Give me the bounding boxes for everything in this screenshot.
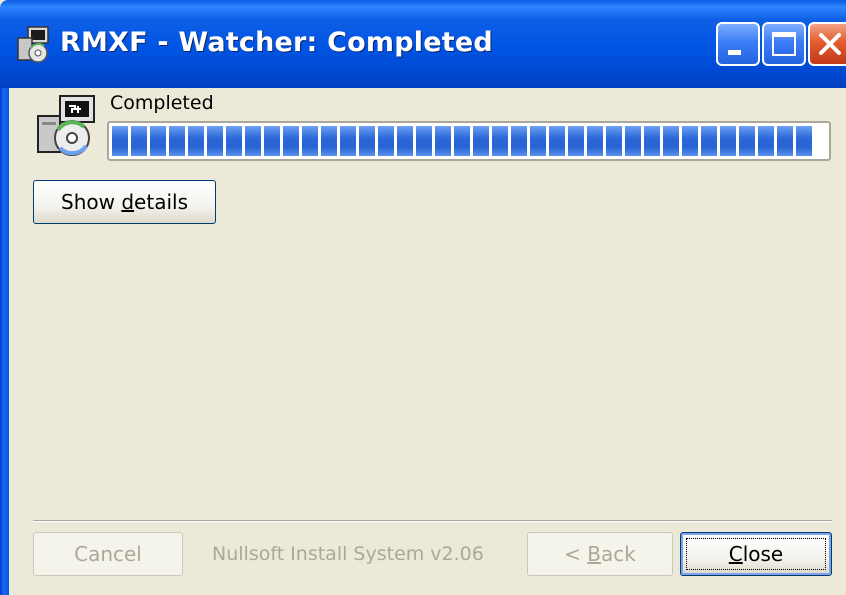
cancel-button[interactable]: Cancel bbox=[33, 532, 183, 576]
back-button[interactable]: < Back bbox=[527, 532, 673, 576]
progress-segment bbox=[701, 126, 717, 156]
progress-fill bbox=[112, 126, 826, 156]
progress-segment bbox=[549, 126, 565, 156]
progress-segment bbox=[397, 126, 413, 156]
progress-segment bbox=[340, 126, 356, 156]
minimize-button[interactable] bbox=[716, 22, 760, 66]
maximize-button[interactable] bbox=[762, 22, 806, 66]
title-bar[interactable]: RMXF - Watcher: Completed bbox=[0, 0, 846, 88]
progress-segment bbox=[682, 126, 698, 156]
progress-segment bbox=[283, 126, 299, 156]
footer-separator bbox=[33, 520, 832, 522]
progress-segment bbox=[131, 126, 147, 156]
progress-segment bbox=[758, 126, 774, 156]
installer-cd-icon bbox=[37, 95, 95, 156]
focus-rectangle bbox=[686, 538, 826, 570]
window-frame-left bbox=[0, 88, 9, 595]
progress-segment bbox=[454, 126, 470, 156]
progress-segment bbox=[720, 126, 736, 156]
progress-segment bbox=[587, 126, 603, 156]
progress-segment bbox=[473, 126, 489, 156]
progress-segment bbox=[435, 126, 451, 156]
close-icon bbox=[819, 33, 841, 55]
progress-segment bbox=[359, 126, 375, 156]
progress-segment bbox=[739, 126, 755, 156]
close-button[interactable]: Close bbox=[680, 532, 832, 576]
progress-segment bbox=[264, 126, 280, 156]
progress-segment bbox=[226, 126, 242, 156]
installer-icon[interactable] bbox=[14, 24, 54, 64]
progress-segment bbox=[188, 126, 204, 156]
progress-segment bbox=[511, 126, 527, 156]
progress-segment bbox=[150, 126, 166, 156]
progress-segment bbox=[625, 126, 641, 156]
minimize-icon bbox=[728, 50, 741, 55]
progress-segment bbox=[378, 126, 394, 156]
show-details-label: Show details bbox=[61, 190, 188, 214]
progress-segment bbox=[416, 126, 432, 156]
maximize-icon bbox=[772, 32, 796, 56]
progress-segment bbox=[644, 126, 660, 156]
progress-segment bbox=[777, 126, 793, 156]
branding-text: Nullsoft Install System v2.06 bbox=[212, 543, 484, 565]
close-window-button[interactable] bbox=[808, 22, 846, 66]
show-details-button[interactable]: Show details bbox=[33, 180, 216, 224]
progress-segment bbox=[245, 126, 261, 156]
back-label: < Back bbox=[564, 542, 636, 566]
progress-segment bbox=[663, 126, 679, 156]
progress-bar bbox=[107, 121, 831, 161]
progress-segment bbox=[530, 126, 546, 156]
progress-segment bbox=[207, 126, 223, 156]
progress-segment bbox=[321, 126, 337, 156]
progress-segment bbox=[112, 126, 128, 156]
progress-segment bbox=[492, 126, 508, 156]
status-text: Completed bbox=[110, 92, 214, 114]
progress-segment bbox=[302, 126, 318, 156]
progress-segment bbox=[568, 126, 584, 156]
progress-segment bbox=[606, 126, 622, 156]
progress-segment bbox=[169, 126, 185, 156]
window-title: RMXF - Watcher: Completed bbox=[60, 27, 493, 58]
progress-segment bbox=[796, 126, 812, 156]
cancel-label: Cancel bbox=[74, 542, 142, 566]
